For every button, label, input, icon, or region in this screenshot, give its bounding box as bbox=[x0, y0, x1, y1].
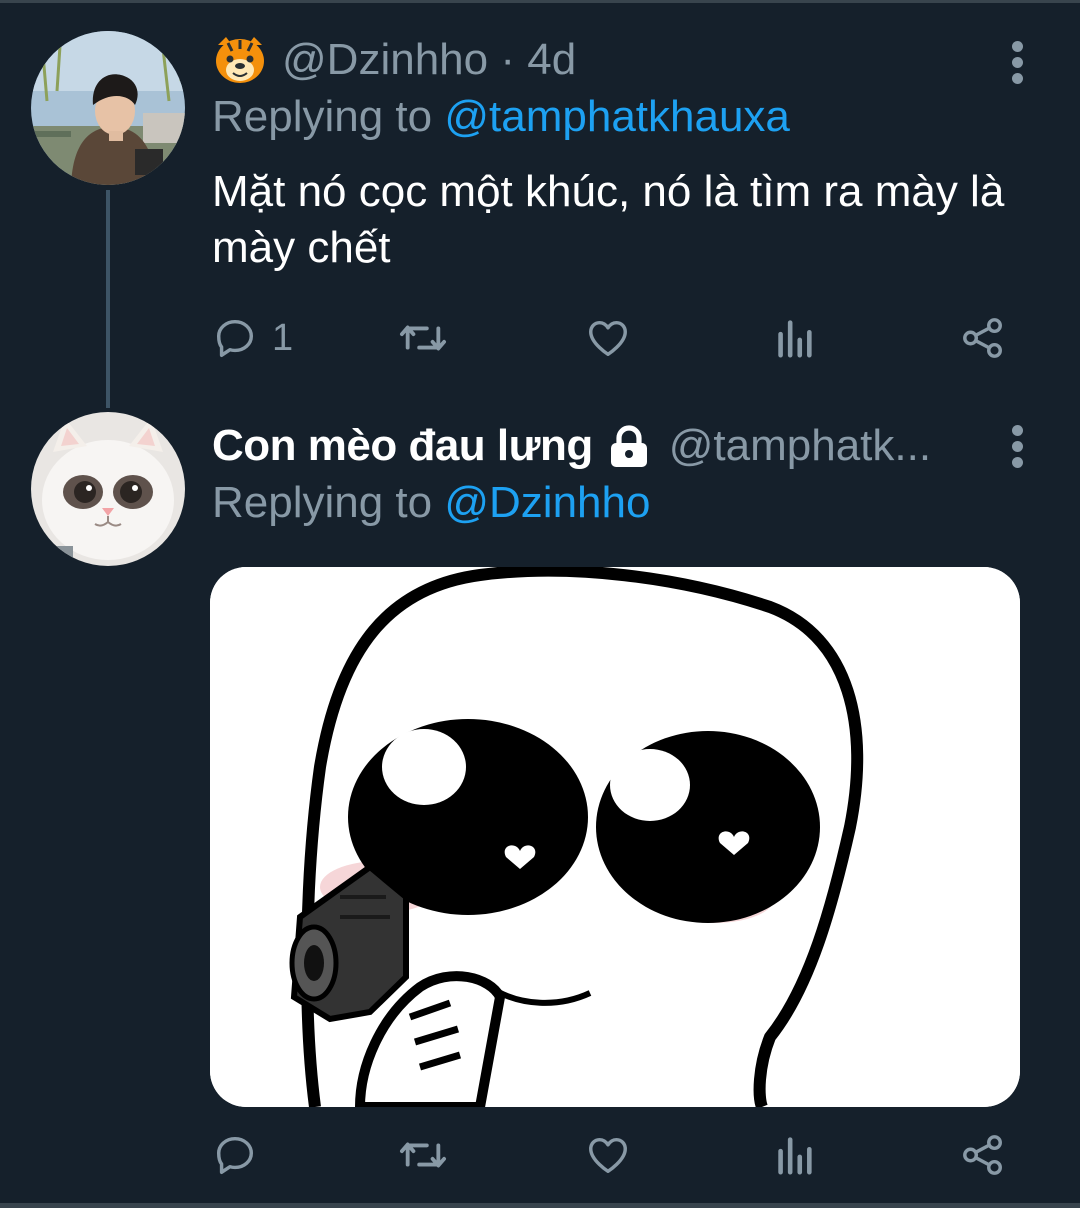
divider bbox=[0, 0, 1080, 3]
like-button[interactable] bbox=[584, 1130, 632, 1180]
avatar[interactable] bbox=[31, 412, 185, 566]
reply-count: 1 bbox=[272, 316, 294, 359]
replying-to-label: Replying to bbox=[212, 478, 445, 527]
analytics-icon bbox=[778, 320, 812, 358]
heart-icon bbox=[589, 1137, 627, 1174]
retweet-button[interactable] bbox=[398, 1130, 448, 1180]
meme-character-pointing-gun-icon bbox=[210, 567, 1020, 1107]
more-options-icon[interactable] bbox=[1010, 41, 1024, 89]
separator: · bbox=[488, 35, 528, 84]
replying-to-link[interactable]: @tamphatkhauxa bbox=[444, 92, 790, 141]
share-button[interactable] bbox=[960, 1130, 1006, 1180]
analytics-button[interactable] bbox=[774, 1130, 814, 1180]
avatar[interactable] bbox=[31, 31, 185, 185]
retweet-icon bbox=[399, 325, 446, 351]
analytics-icon bbox=[778, 1137, 812, 1175]
reply-button[interactable]: 1 bbox=[212, 313, 293, 363]
user-handle[interactable]: @Dzinhho bbox=[282, 35, 488, 85]
retweet-icon bbox=[399, 1142, 446, 1168]
share-icon bbox=[963, 318, 1002, 358]
tweet-text: Mặt nó cọc một khúc, nó là tìm ra mày là… bbox=[212, 167, 1005, 272]
share-icon bbox=[963, 1135, 1002, 1175]
cat-photo-avatar-icon bbox=[31, 412, 185, 566]
analytics-button[interactable] bbox=[774, 313, 814, 363]
tweet-header: @Dzinhho · 4d bbox=[212, 35, 576, 85]
tweet-actions: 1 bbox=[212, 313, 1012, 363]
person-photo-avatar-icon bbox=[31, 31, 185, 185]
divider bbox=[0, 1203, 1080, 1208]
like-button[interactable] bbox=[584, 313, 632, 363]
heart-icon bbox=[589, 320, 627, 357]
timeline: @Dzinhho · 4d Replying to @tamphatkhauxa… bbox=[0, 0, 1080, 1208]
lock-icon bbox=[610, 425, 647, 467]
tiger-face-icon bbox=[216, 37, 264, 83]
more-options-icon[interactable] bbox=[1010, 425, 1024, 473]
display-name[interactable]: Con mèo đau lưng bbox=[212, 421, 593, 471]
timestamp[interactable]: 4d bbox=[527, 35, 576, 85]
user-handle[interactable]: @tamphatk... bbox=[669, 421, 931, 471]
retweet-button[interactable] bbox=[398, 313, 448, 363]
replying-to: Replying to @tamphatkhauxa bbox=[212, 92, 790, 142]
reply-button[interactable] bbox=[212, 1130, 258, 1180]
reply-icon bbox=[216, 1136, 254, 1174]
share-button[interactable] bbox=[960, 313, 1006, 363]
tweet-header: Con mèo đau lưng @tamphatk... bbox=[212, 421, 931, 471]
replying-to-label: Replying to bbox=[212, 92, 445, 141]
tweet-actions bbox=[212, 1130, 1012, 1180]
replying-to-link[interactable]: @Dzinhho bbox=[444, 478, 650, 527]
replying-to: Replying to @Dzinhho bbox=[212, 478, 650, 528]
reply-icon bbox=[216, 319, 254, 357]
tweet-media-image[interactable] bbox=[210, 567, 1020, 1107]
thread-connector-line bbox=[106, 190, 110, 408]
